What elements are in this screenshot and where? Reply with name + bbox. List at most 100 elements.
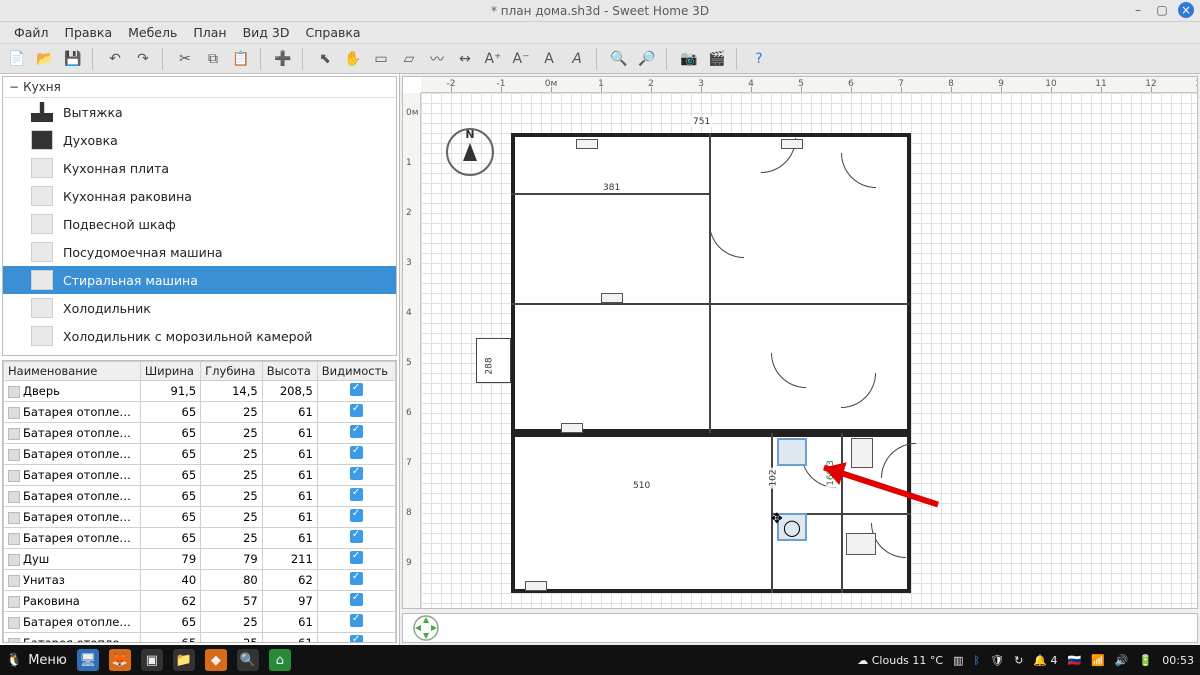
search-icon[interactable]: 🔍 [237,649,259,671]
plan-canvas[interactable]: -2-10м12345678910111213 0м123456789 N [402,76,1198,609]
catalog-item[interactable]: Холодильник с морозильной камерой [3,322,396,350]
visibility-checkbox[interactable] [350,467,363,480]
open-icon[interactable]: 📂 [34,48,56,70]
column-header[interactable]: Ширина [140,362,200,381]
visibility-checkbox[interactable] [350,530,363,543]
update-icon[interactable]: ↻ [1014,654,1023,667]
polyline-icon[interactable]: 〰 [426,48,448,70]
pan-icon[interactable]: ✋ [342,48,364,70]
copy-icon[interactable]: ⧉ [202,48,224,70]
column-header[interactable]: Видимость [317,362,395,381]
visibility-checkbox[interactable] [350,593,363,606]
furniture-table[interactable]: НаименованиеШиринаГлубинаВысотаВидимость… [2,360,397,643]
table-row[interactable]: Душ7979211 [4,549,396,570]
visibility-checkbox[interactable] [350,425,363,438]
video-icon[interactable]: 🎬 [706,48,728,70]
table-row[interactable]: Батарея отопле…652561 [4,633,396,644]
table-row[interactable]: Батарея отопле…652561 [4,612,396,633]
dimension-icon[interactable]: ↔ [454,48,476,70]
table-row[interactable]: Батарея отопле…652561 [4,528,396,549]
wall-icon[interactable]: ▭ [370,48,392,70]
table-row[interactable]: Дверь91,514,5208,5 [4,381,396,402]
menu-furn[interactable]: Мебель [120,25,185,40]
new-icon[interactable]: 📄 [6,48,28,70]
menu-view3d[interactable]: Вид 3D [235,25,298,40]
undo-icon[interactable]: ↶ [104,48,126,70]
app4-icon[interactable]: ◆ [205,649,227,671]
text3-icon[interactable]: A [538,48,560,70]
redo-icon[interactable]: ↷ [132,48,154,70]
network-icon[interactable]: 📶 [1091,654,1105,667]
ruler-horizontal: -2-10м12345678910111213 [421,77,1197,93]
paste-icon[interactable]: 📋 [230,48,252,70]
catalog-item[interactable]: Кухонная плита [3,154,396,182]
zoomin-icon[interactable]: 🔍 [608,48,630,70]
add-furn-icon[interactable]: ➕ [272,48,294,70]
textit-icon[interactable]: A [566,48,588,70]
table-row[interactable]: Раковина625797 [4,591,396,612]
weather-widget[interactable]: ☁ Clouds 11 °C [857,654,943,667]
maximize-icon[interactable]: ▢ [1154,2,1170,18]
keyboard-layout-icon[interactable]: 🇷🇺 [1067,654,1081,667]
room-icon[interactable]: ▱ [398,48,420,70]
catalog-item[interactable]: Кухонная раковина [3,182,396,210]
catalog-item[interactable]: Вытяжка [3,98,396,126]
zoomout-icon[interactable]: 🔎 [636,48,658,70]
table-row[interactable]: Батарея отопле…652561 [4,423,396,444]
visibility-checkbox[interactable] [350,551,363,564]
filemanager-icon[interactable]: 📁 [173,649,195,671]
catalog-item[interactable]: Стиральная машина [3,266,396,294]
visibility-checkbox[interactable] [350,446,363,459]
menu-edit[interactable]: Правка [57,25,121,40]
table-row[interactable]: Батарея отопле…652561 [4,486,396,507]
catalog-item[interactable]: Подвесной шкаф [3,210,396,238]
cut-icon[interactable]: ✂ [174,48,196,70]
compass-icon[interactable]: N [446,128,494,176]
table-row[interactable]: Батарея отопле…652561 [4,402,396,423]
desktop-icon[interactable]: 🖥 [77,649,99,671]
table-row[interactable]: Унитаз408062 [4,570,396,591]
collapse-icon[interactable]: − [9,80,19,94]
clock[interactable]: 00:53 [1162,654,1194,667]
close-icon[interactable]: × [1178,2,1194,18]
text2-icon[interactable]: A⁻ [510,48,532,70]
save-icon[interactable]: 💾 [62,48,84,70]
select-icon[interactable]: ⬉ [314,48,336,70]
minimize-icon[interactable]: – [1130,2,1146,18]
firefox-icon[interactable]: 🦊 [109,649,131,671]
shield-icon[interactable]: 🛡 [990,654,1004,667]
column-header[interactable]: Высота [262,362,317,381]
view3d-panel[interactable] [402,613,1198,643]
sweethome3d-icon[interactable]: ⌂ [269,649,291,671]
visibility-checkbox[interactable] [350,614,363,627]
visibility-checkbox[interactable] [350,509,363,522]
visibility-checkbox[interactable] [350,572,363,585]
menu-help[interactable]: Справка [298,25,369,40]
photo-icon[interactable]: 📷 [678,48,700,70]
battery-icon[interactable]: 🔋 [1139,654,1153,667]
nav3d-control-icon[interactable] [409,615,443,641]
table-row[interactable]: Батарея отопле…652561 [4,507,396,528]
tray-app-icon[interactable]: ▥ [953,654,963,667]
menu-plan[interactable]: План [185,25,234,40]
menu-file[interactable]: Файл [6,25,57,40]
bluetooth-icon[interactable]: ᛒ [973,654,980,667]
catalog-item[interactable]: Посудомоечная машина [3,238,396,266]
visibility-checkbox[interactable] [350,488,363,501]
text-icon[interactable]: A⁺ [482,48,504,70]
catalog-category-header[interactable]: − Кухня [3,77,396,98]
column-header[interactable]: Глубина [201,362,263,381]
help-icon[interactable]: ? [748,48,770,70]
catalog-item[interactable]: Духовка [3,126,396,154]
notification-icon[interactable]: 🔔 4 [1033,654,1057,667]
table-row[interactable]: Батарея отопле…652561 [4,444,396,465]
terminal-icon[interactable]: ▣ [141,649,163,671]
volume-icon[interactable]: 🔊 [1115,654,1129,667]
visibility-checkbox[interactable] [350,383,363,396]
catalog-item[interactable]: Холодильник [3,294,396,322]
column-header[interactable]: Наименование [4,362,141,381]
table-row[interactable]: Батарея отопле…652561 [4,465,396,486]
visibility-checkbox[interactable] [350,404,363,417]
visibility-checkbox[interactable] [350,635,363,643]
start-menu-button[interactable]: 🐧 Меню [6,653,67,668]
